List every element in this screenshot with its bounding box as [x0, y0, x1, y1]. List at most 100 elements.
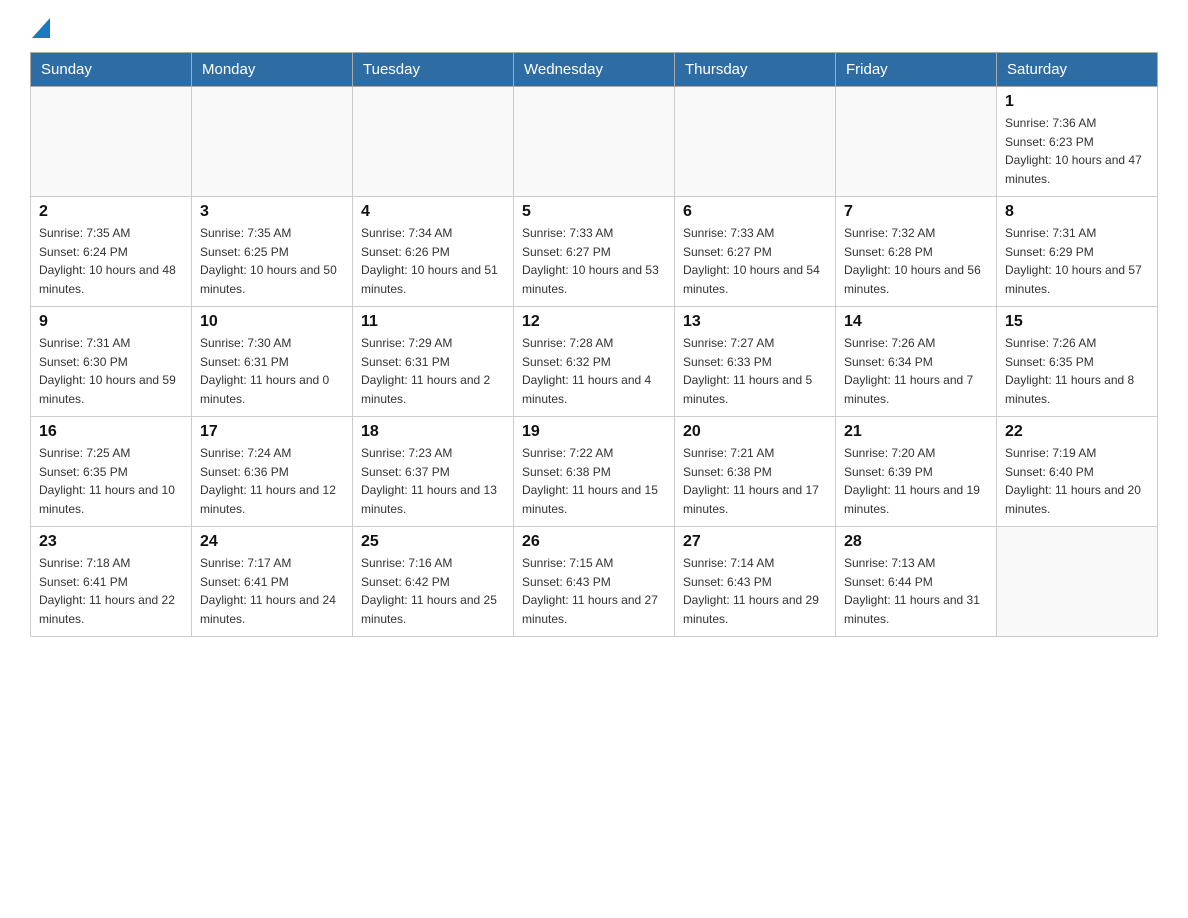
- day-number: 12: [522, 313, 666, 331]
- calendar-cell: [353, 87, 514, 197]
- day-info: Sunrise: 7:29 AMSunset: 6:31 PMDaylight:…: [361, 334, 505, 408]
- day-info: Sunrise: 7:13 AMSunset: 6:44 PMDaylight:…: [844, 554, 988, 628]
- day-number: 27: [683, 533, 827, 551]
- week-row-3: 9Sunrise: 7:31 AMSunset: 6:30 PMDaylight…: [31, 307, 1158, 417]
- calendar-cell: 11 Sunrise: 7:29 AMSunset: 6:31 PMDayligh…: [353, 307, 514, 417]
- day-info: Sunrise: 7:25 AMSunset: 6:35 PMDaylight:…: [39, 444, 183, 518]
- day-number: 8: [1005, 203, 1149, 221]
- day-number: 21: [844, 423, 988, 441]
- calendar-cell: 24 Sunrise: 7:17 AMSunset: 6:41 PMDayligh…: [192, 527, 353, 637]
- day-number: 19: [522, 423, 666, 441]
- calendar-cell: 25 Sunrise: 7:16 AMSunset: 6:42 PMDayligh…: [353, 527, 514, 637]
- day-number: 22: [1005, 423, 1149, 441]
- calendar-cell: 27 Sunrise: 7:14 AMSunset: 6:43 PMDayligh…: [675, 527, 836, 637]
- calendar-cell: 13Sunrise: 7:27 AMSunset: 6:33 PMDayligh…: [675, 307, 836, 417]
- day-info: Sunrise: 7:30 AMSunset: 6:31 PMDaylight:…: [200, 334, 344, 408]
- day-info: Sunrise: 7:28 AMSunset: 6:32 PMDaylight:…: [522, 334, 666, 408]
- week-row-5: 23 Sunrise: 7:18 AMSunset: 6:41 PMDayligh…: [31, 527, 1158, 637]
- day-number: 24: [200, 533, 344, 551]
- calendar-header-sunday: Sunday: [31, 53, 192, 87]
- calendar-cell: 28 Sunrise: 7:13 AMSunset: 6:44 PMDayligh…: [836, 527, 997, 637]
- day-info: Sunrise: 7:36 AMSunset: 6:23 PMDaylight:…: [1005, 114, 1149, 188]
- calendar-header-wednesday: Wednesday: [514, 53, 675, 87]
- calendar-header-row: SundayMondayTuesdayWednesdayThursdayFrid…: [31, 53, 1158, 87]
- calendar-cell: 22 Sunrise: 7:19 AMSunset: 6:40 PMDayligh…: [997, 417, 1158, 527]
- calendar-cell: [192, 87, 353, 197]
- day-number: 7: [844, 203, 988, 221]
- day-number: 25: [361, 533, 505, 551]
- day-number: 20: [683, 423, 827, 441]
- day-number: 28: [844, 533, 988, 551]
- calendar-cell: [836, 87, 997, 197]
- day-info: Sunrise: 7:14 AMSunset: 6:43 PMDaylight:…: [683, 554, 827, 628]
- day-info: Sunrise: 7:31 AMSunset: 6:29 PMDaylight:…: [1005, 224, 1149, 298]
- calendar-cell: 4 Sunrise: 7:34 AMSunset: 6:26 PMDaylight…: [353, 197, 514, 307]
- calendar-header-tuesday: Tuesday: [353, 53, 514, 87]
- calendar-cell: 17 Sunrise: 7:24 AMSunset: 6:36 PMDayligh…: [192, 417, 353, 527]
- logo: [30, 20, 50, 32]
- day-number: 16: [39, 423, 183, 441]
- day-info: Sunrise: 7:16 AMSunset: 6:42 PMDaylight:…: [361, 554, 505, 628]
- calendar-cell: 12 Sunrise: 7:28 AMSunset: 6:32 PMDayligh…: [514, 307, 675, 417]
- day-info: Sunrise: 7:35 AMSunset: 6:25 PMDaylight:…: [200, 224, 344, 298]
- day-number: 9: [39, 313, 183, 331]
- calendar-cell: 15 Sunrise: 7:26 AMSunset: 6:35 PMDayligh…: [997, 307, 1158, 417]
- calendar-cell: 23 Sunrise: 7:18 AMSunset: 6:41 PMDayligh…: [31, 527, 192, 637]
- calendar-cell: [675, 87, 836, 197]
- calendar-cell: [31, 87, 192, 197]
- day-number: 26: [522, 533, 666, 551]
- day-number: 23: [39, 533, 183, 551]
- calendar-cell: 6 Sunrise: 7:33 AMSunset: 6:27 PMDaylight…: [675, 197, 836, 307]
- calendar-cell: 9Sunrise: 7:31 AMSunset: 6:30 PMDaylight…: [31, 307, 192, 417]
- calendar-cell: 1 Sunrise: 7:36 AMSunset: 6:23 PMDaylight…: [997, 87, 1158, 197]
- calendar-table: SundayMondayTuesdayWednesdayThursdayFrid…: [30, 52, 1158, 637]
- calendar-cell: 20 Sunrise: 7:21 AMSunset: 6:38 PMDayligh…: [675, 417, 836, 527]
- calendar-cell: 26 Sunrise: 7:15 AMSunset: 6:43 PMDayligh…: [514, 527, 675, 637]
- calendar-header-monday: Monday: [192, 53, 353, 87]
- calendar-cell: 18 Sunrise: 7:23 AMSunset: 6:37 PMDayligh…: [353, 417, 514, 527]
- day-info: Sunrise: 7:15 AMSunset: 6:43 PMDaylight:…: [522, 554, 666, 628]
- calendar-header-thursday: Thursday: [675, 53, 836, 87]
- day-info: Sunrise: 7:20 AMSunset: 6:39 PMDaylight:…: [844, 444, 988, 518]
- calendar-cell: 8 Sunrise: 7:31 AMSunset: 6:29 PMDaylight…: [997, 197, 1158, 307]
- calendar-cell: 14 Sunrise: 7:26 AMSunset: 6:34 PMDayligh…: [836, 307, 997, 417]
- day-number: 15: [1005, 313, 1149, 331]
- day-info: Sunrise: 7:33 AMSunset: 6:27 PMDaylight:…: [683, 224, 827, 298]
- day-info: Sunrise: 7:24 AMSunset: 6:36 PMDaylight:…: [200, 444, 344, 518]
- calendar-cell: 21 Sunrise: 7:20 AMSunset: 6:39 PMDayligh…: [836, 417, 997, 527]
- day-info: Sunrise: 7:35 AMSunset: 6:24 PMDaylight:…: [39, 224, 183, 298]
- calendar-cell: 16 Sunrise: 7:25 AMSunset: 6:35 PMDayligh…: [31, 417, 192, 527]
- day-info: Sunrise: 7:19 AMSunset: 6:40 PMDaylight:…: [1005, 444, 1149, 518]
- logo-triangle-icon: [32, 18, 50, 38]
- day-number: 5: [522, 203, 666, 221]
- day-info: Sunrise: 7:34 AMSunset: 6:26 PMDaylight:…: [361, 224, 505, 298]
- week-row-2: 2 Sunrise: 7:35 AMSunset: 6:24 PMDaylight…: [31, 197, 1158, 307]
- calendar-cell: 10 Sunrise: 7:30 AMSunset: 6:31 PMDayligh…: [192, 307, 353, 417]
- day-number: 11: [361, 313, 505, 331]
- calendar-cell: 3Sunrise: 7:35 AMSunset: 6:25 PMDaylight…: [192, 197, 353, 307]
- day-info: Sunrise: 7:26 AMSunset: 6:34 PMDaylight:…: [844, 334, 988, 408]
- page-header: [30, 20, 1158, 32]
- calendar-header-friday: Friday: [836, 53, 997, 87]
- day-info: Sunrise: 7:18 AMSunset: 6:41 PMDaylight:…: [39, 554, 183, 628]
- day-info: Sunrise: 7:27 AMSunset: 6:33 PMDaylight:…: [683, 334, 827, 408]
- day-info: Sunrise: 7:17 AMSunset: 6:41 PMDaylight:…: [200, 554, 344, 628]
- day-number: 18: [361, 423, 505, 441]
- day-number: 6: [683, 203, 827, 221]
- day-info: Sunrise: 7:26 AMSunset: 6:35 PMDaylight:…: [1005, 334, 1149, 408]
- calendar-cell: [514, 87, 675, 197]
- day-info: Sunrise: 7:21 AMSunset: 6:38 PMDaylight:…: [683, 444, 827, 518]
- calendar-cell: [997, 527, 1158, 637]
- week-row-1: 1 Sunrise: 7:36 AMSunset: 6:23 PMDaylight…: [31, 87, 1158, 197]
- day-info: Sunrise: 7:23 AMSunset: 6:37 PMDaylight:…: [361, 444, 505, 518]
- day-number: 4: [361, 203, 505, 221]
- day-number: 1: [1005, 93, 1149, 111]
- calendar-cell: 7Sunrise: 7:32 AMSunset: 6:28 PMDaylight…: [836, 197, 997, 307]
- day-number: 2: [39, 203, 183, 221]
- day-number: 17: [200, 423, 344, 441]
- day-number: 10: [200, 313, 344, 331]
- day-number: 14: [844, 313, 988, 331]
- calendar-cell: 5Sunrise: 7:33 AMSunset: 6:27 PMDaylight…: [514, 197, 675, 307]
- calendar-cell: 2 Sunrise: 7:35 AMSunset: 6:24 PMDaylight…: [31, 197, 192, 307]
- day-info: Sunrise: 7:22 AMSunset: 6:38 PMDaylight:…: [522, 444, 666, 518]
